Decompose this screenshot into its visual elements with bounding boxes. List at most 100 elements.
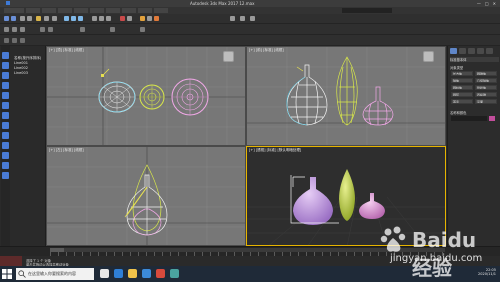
cylinder-button[interactable]: 圆柱体: [451, 85, 473, 90]
redo-icon[interactable]: [11, 16, 16, 21]
filter-icon[interactable]: [2, 92, 9, 99]
task-view-icon[interactable]: [100, 269, 109, 278]
maximize-button[interactable]: □: [485, 1, 489, 6]
explorer-item-line003[interactable]: Line003: [14, 71, 28, 75]
create-tab[interactable]: [450, 48, 457, 54]
vase-yellow-perspective[interactable]: [339, 169, 355, 221]
tube-button[interactable]: 管状体: [475, 85, 497, 90]
filter-icon[interactable]: [2, 132, 9, 139]
vase-purple-perspective[interactable]: [290, 175, 339, 225]
menu-item[interactable]: [26, 8, 40, 13]
rollout-name-color[interactable]: 名称和颜色: [450, 110, 466, 115]
toolbar-icon[interactable]: [12, 38, 17, 43]
align-icon[interactable]: [127, 16, 132, 21]
workspace-selector[interactable]: [342, 8, 392, 13]
menu-item[interactable]: [106, 8, 120, 13]
link-icon[interactable]: [20, 16, 25, 21]
vase-pink-perspective[interactable]: [359, 193, 385, 219]
hierarchy-tab[interactable]: [468, 48, 475, 54]
filter-icon[interactable]: [2, 102, 9, 109]
ribbon-icon[interactable]: [140, 27, 145, 32]
percent-snap-icon[interactable]: [106, 16, 111, 21]
move-icon[interactable]: [64, 16, 69, 21]
filter-icon[interactable]: [2, 172, 9, 179]
ribbon-icon[interactable]: [4, 27, 9, 32]
view-cube[interactable]: [423, 51, 434, 62]
ribbon-icon[interactable]: [20, 27, 25, 32]
filter-icon[interactable]: [2, 82, 9, 89]
cone-button[interactable]: 圆锥体: [475, 71, 497, 76]
filter-icon[interactable]: [2, 142, 9, 149]
menu-item[interactable]: [74, 8, 88, 13]
app-menu-icon[interactable]: [6, 1, 10, 5]
ribbon-icon[interactable]: [80, 27, 85, 32]
edge-icon[interactable]: [114, 269, 123, 278]
vase-pink-front[interactable]: [362, 86, 394, 126]
vase-white-front[interactable]: [286, 64, 328, 126]
toolbar-icon[interactable]: [250, 16, 255, 21]
rect-selection-icon[interactable]: [52, 16, 57, 21]
ribbon-icon[interactable]: [110, 27, 115, 32]
view-cube[interactable]: [223, 51, 234, 62]
filter-icon[interactable]: [2, 112, 9, 119]
scale-icon[interactable]: [78, 16, 83, 21]
explorer-item-line001[interactable]: Line001: [14, 61, 28, 65]
vase-white-top[interactable]: [98, 68, 136, 113]
select-by-name-icon[interactable]: [44, 16, 49, 21]
toolbar-icon[interactable]: [240, 16, 245, 21]
store-icon[interactable]: [142, 269, 151, 278]
name-field[interactable]: [451, 116, 487, 121]
geosphere-button[interactable]: 几何球体: [475, 78, 497, 83]
vase-overlap-left[interactable]: [124, 164, 168, 236]
filter-icon[interactable]: [2, 62, 9, 69]
snap-toggle-icon[interactable]: [92, 16, 97, 21]
display-tab[interactable]: [486, 48, 493, 54]
app-icon[interactable]: [156, 269, 165, 278]
rollout-object-type[interactable]: 对象类型: [450, 65, 463, 70]
vase-yellow-top[interactable]: [139, 84, 165, 110]
undo-icon[interactable]: [4, 16, 9, 21]
render-icon[interactable]: [154, 16, 159, 21]
toolbar-icon[interactable]: [230, 16, 235, 21]
mirror-icon[interactable]: [120, 16, 125, 21]
material-editor-icon[interactable]: [140, 16, 145, 21]
menu-item[interactable]: [58, 8, 72, 13]
toolbar-icon[interactable]: [20, 38, 25, 43]
sphere-button[interactable]: 球体: [451, 78, 473, 83]
filter-icon[interactable]: [2, 72, 9, 79]
ribbon-icon[interactable]: [48, 27, 53, 32]
menu-item[interactable]: [4, 8, 24, 13]
select-object-icon[interactable]: [36, 16, 41, 21]
menu-item[interactable]: [90, 8, 104, 13]
menu-item[interactable]: [138, 8, 152, 13]
modify-tab[interactable]: [459, 48, 466, 54]
box-button[interactable]: 长方体: [451, 71, 473, 76]
motion-tab[interactable]: [477, 48, 484, 54]
filter-icon[interactable]: [2, 162, 9, 169]
filter-icon[interactable]: [2, 52, 9, 59]
category-dropdown[interactable]: 标准基本体: [450, 57, 499, 62]
maxscript-listener[interactable]: [0, 256, 22, 266]
viewport-left[interactable]: [+] [左] [标准] [线框]: [46, 146, 246, 246]
menu-item[interactable]: [42, 8, 56, 13]
unlink-icon[interactable]: [27, 16, 32, 21]
file-explorer-icon[interactable]: [128, 269, 137, 278]
object-color-swatch[interactable]: [489, 116, 495, 121]
toolbar-icon[interactable]: [4, 38, 9, 43]
viewport-top[interactable]: [+] [顶] [标准] [线框]: [46, 46, 246, 146]
filter-icon[interactable]: [2, 122, 9, 129]
menu-item[interactable]: [122, 8, 136, 13]
ribbon-icon[interactable]: [40, 27, 45, 32]
windows-start-icon[interactable]: [2, 269, 12, 279]
rotate-icon[interactable]: [71, 16, 76, 21]
angle-snap-icon[interactable]: [99, 16, 104, 21]
teapot-button[interactable]: 茶壶: [451, 99, 473, 104]
viewport-front[interactable]: [+] [前] [标准] [线框]: [246, 46, 446, 146]
ribbon-icon[interactable]: [12, 27, 17, 32]
pyramid-button[interactable]: 四棱锥: [475, 92, 497, 97]
filter-icon[interactable]: [2, 152, 9, 159]
3dsmax-taskbar-icon[interactable]: [170, 269, 179, 278]
vase-pink-top[interactable]: [171, 78, 209, 116]
torus-button[interactable]: 圆环: [451, 92, 473, 97]
plane-button[interactable]: 平面: [475, 99, 497, 104]
